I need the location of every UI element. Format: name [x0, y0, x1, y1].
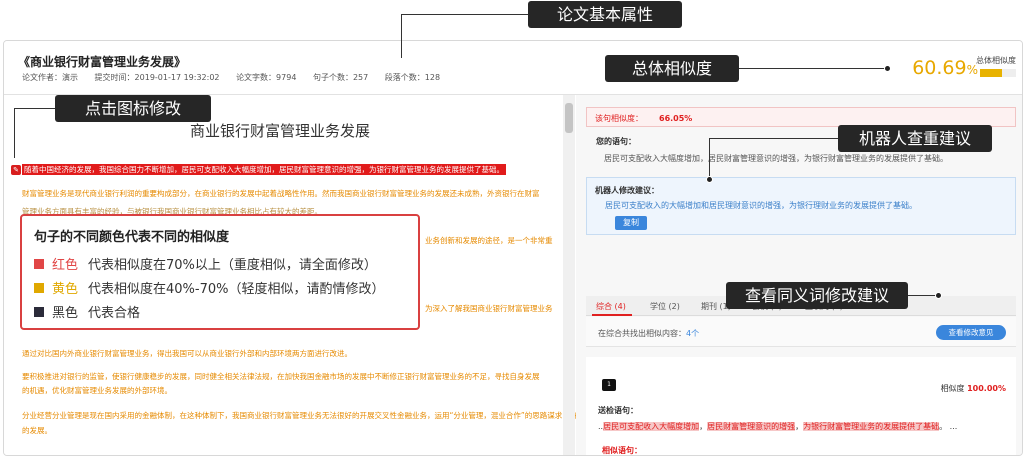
doc-line[interactable]: 的发展。: [22, 425, 52, 436]
active-tab-indicator: [592, 314, 632, 316]
score-bar: [980, 69, 1016, 77]
scrollbar-thumb[interactable]: [565, 103, 573, 133]
sentence-similarity: 该句相似度： 66.05%: [586, 107, 1016, 127]
robot-suggestion-box: 机器人修改建议： 居民可支配收入的大幅增加和居民理财意识的增强，为银行理财业务的…: [586, 177, 1016, 235]
summary-text: 在综合共找出相似内容：4个: [598, 329, 700, 338]
sentence-count: 句子个数：257: [312, 73, 369, 82]
legend-title: 句子的不同颜色代表不同的相似度: [34, 230, 230, 245]
annotation-view-synonyms: 查看同义词修改建议: [726, 282, 908, 309]
your-sentence: 居民可支配收入大幅度增加，居民财富管理意识的增强，为银行财富管理业务的发展提供了…: [604, 154, 948, 163]
doc-line[interactable]: 通过对比国内外商业银行财富管理业务，得出我国可以从商业银行外部和内部环境两方面进…: [22, 348, 352, 359]
annotation-robot-suggestion: 机器人查重建议: [838, 125, 992, 152]
doc-line[interactable]: 财富管理业务是现代商业银行利润的重要构成部分，在商业银行的发展中起着战略性作用。…: [22, 188, 540, 199]
highlighted-sentence[interactable]: 随着中国经济的发展，我国综合国力不断增加，居民可支配收入大幅度增加，居民财富管理…: [22, 164, 506, 175]
connector-line: [739, 68, 887, 69]
paper-meta: 论文作者：演示 提交时间：2019-01-17 19:32:02 论文字数：97…: [22, 72, 454, 83]
doc-line[interactable]: 的机遇，优化财富管理业务发展的外部环境。: [22, 385, 172, 396]
paper-title: 《商业银行财富管理业务发展》: [18, 55, 187, 69]
doc-line[interactable]: 为深入了解我国商业银行财富管理业务: [425, 303, 553, 314]
summary-row: 在综合共找出相似内容：4个 查看修改意见: [586, 317, 1016, 347]
overall-score: 60.69%: [912, 57, 978, 79]
source-similarity: 相似度 100.00%: [940, 384, 1006, 393]
word-count: 论文字数：9794: [236, 73, 297, 82]
connector-dot: [706, 176, 713, 183]
paragraph-count: 段落个数：128: [384, 73, 441, 82]
view-suggestions-button[interactable]: 查看修改意见: [936, 325, 1006, 340]
color-legend: 句子的不同颜色代表不同的相似度 红色 代表相似度在70%以上（重度相似，请全面修…: [20, 214, 420, 330]
tab-comprehensive[interactable]: 综合 (4): [596, 301, 626, 312]
connector-line: [709, 138, 838, 139]
score-bar-fill: [980, 69, 1002, 77]
connector-dot: [935, 292, 942, 299]
connector-line: [401, 14, 402, 58]
checked-sentence-label: 送检语句：: [598, 406, 638, 415]
red-swatch: [34, 258, 44, 269]
annotation-overall-similarity: 总体相似度: [605, 55, 739, 82]
tab-degree[interactable]: 学位 (2): [650, 301, 680, 312]
robot-suggestion-label: 机器人修改建议：: [595, 186, 659, 195]
connector-line: [401, 14, 528, 15]
yellow-swatch: [34, 282, 44, 293]
connector-line: [14, 108, 55, 109]
scrollbar[interactable]: [563, 95, 575, 455]
annotation-click-icon: 点击图标修改: [55, 95, 211, 122]
legend-row-yellow: 黄色 代表相似度在40%-70%（轻度相似，请酌情修改）: [34, 278, 406, 297]
connector-dot: [884, 65, 891, 72]
doc-line[interactable]: 要积极推进对银行的监管，使银行健康稳步的发展，同时健全相关法律法规，在加快我国金…: [22, 371, 540, 382]
legend-row-black: 黑色 代表合格: [34, 302, 406, 321]
black-swatch: [34, 306, 44, 317]
connector-line: [14, 108, 15, 158]
document-title: 商业银行财富管理业务发展: [190, 122, 371, 140]
overall-score-label: 总体相似度: [976, 56, 1016, 65]
annotation-paper-attributes: 论文基本属性: [528, 1, 682, 28]
similar-sentence-label: 相似语句：: [602, 446, 642, 455]
edit-icon[interactable]: ✎: [11, 165, 21, 175]
connector-line: [709, 138, 710, 178]
doc-line[interactable]: 分业经营分业管理是现在国内采用的金融体制，在这种体制下，我国商业银行财富管理业务…: [22, 410, 577, 421]
robot-suggestion-text: 居民可支配收入的大幅增加和居民理财意识的增强，为银行理财业务的发展提供了基础。: [605, 201, 917, 210]
your-sentence-label: 您的语句：: [596, 137, 636, 146]
author: 论文作者：演示: [22, 73, 78, 82]
doc-line[interactable]: 业务创新和发展的途径，是一个非常重: [425, 235, 553, 246]
copy-button[interactable]: 复制: [615, 216, 647, 230]
legend-row-red: 红色 代表相似度在70%以上（重度相似，请全面修改）: [34, 254, 406, 273]
similar-source-detail: 1 相似度 100.00% 送检语句： ..居民可支配收入大幅度增加，居民财富管…: [586, 357, 1016, 455]
checked-sentence: ..居民可支配收入大幅度增加，居民财富管理意识的增强，为银行财富管理业务的发展提…: [598, 422, 958, 431]
source-icon: 1: [602, 379, 616, 391]
submit-time: 提交时间：2019-01-17 19:32:02: [94, 73, 220, 82]
